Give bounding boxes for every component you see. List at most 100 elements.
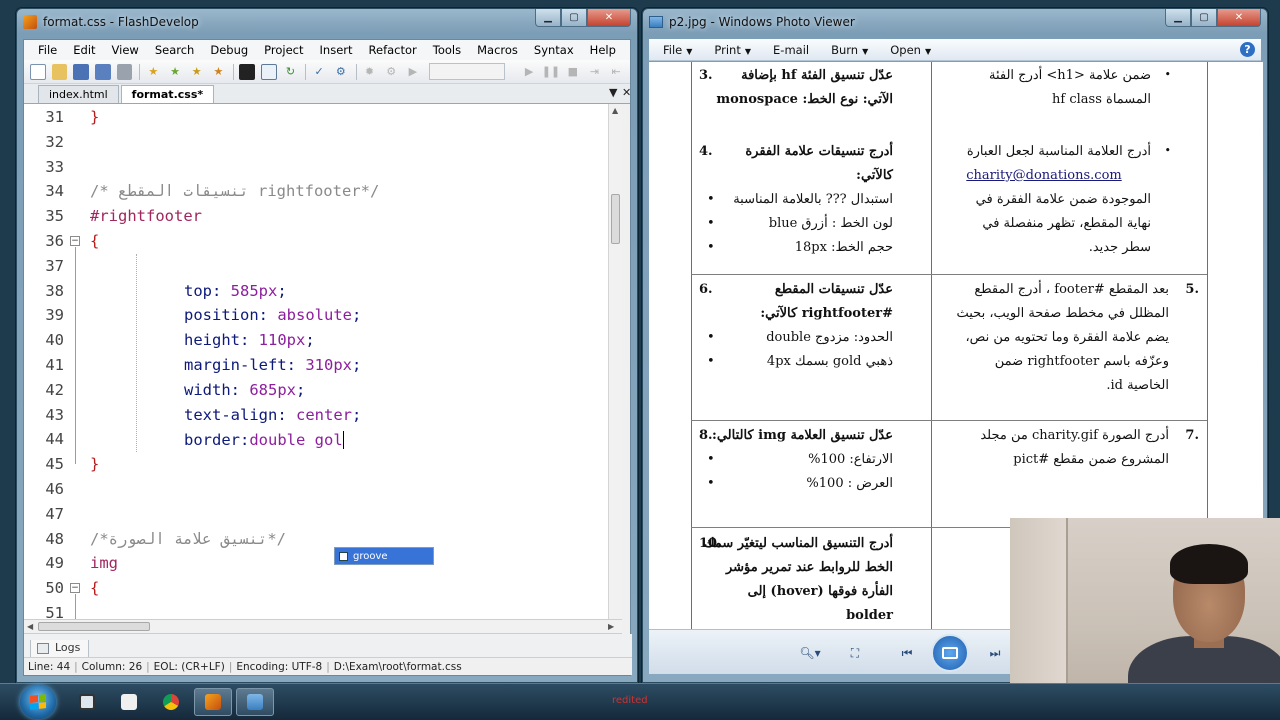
new-file-icon[interactable] — [30, 63, 46, 80]
fd-close-button[interactable]: ✕ — [587, 9, 631, 27]
code-line[interactable]: height: 110px; — [184, 328, 315, 353]
refresh-icon[interactable]: ↻ — [283, 64, 299, 80]
autocomplete-item[interactable]: groove — [335, 548, 433, 564]
scroll-thumb[interactable] — [38, 622, 150, 631]
terminal-icon[interactable] — [239, 63, 255, 80]
debug-icon[interactable]: ✹ — [362, 64, 378, 80]
run-icon[interactable]: ▶ — [405, 64, 421, 80]
layout-icon[interactable] — [260, 63, 277, 80]
pv-menu-print[interactable]: Print ▼ — [714, 43, 751, 57]
webcam-person-hair — [1170, 544, 1248, 584]
bookmark-next-icon[interactable]: ★ — [167, 64, 183, 80]
code-line[interactable]: position: absolute; — [184, 303, 361, 328]
taskbar-app-chrome[interactable] — [152, 688, 190, 716]
taskbar-app-1[interactable] — [68, 688, 106, 716]
code-line[interactable]: margin-left: 310px; — [184, 353, 361, 378]
taskbar-app-flashdevelop[interactable] — [194, 688, 232, 716]
code-line[interactable]: /*تنسيق علامة الصورة*/ — [90, 527, 286, 552]
slideshow-button[interactable] — [931, 634, 969, 672]
status-eol: EOL: (CR+LF) — [153, 660, 225, 673]
pv-maximize-button[interactable]: ▢ — [1191, 9, 1217, 27]
save-all-icon[interactable] — [95, 63, 111, 80]
scroll-right-arrow-icon[interactable]: ▶ — [608, 622, 614, 631]
menu-tools[interactable]: Tools — [425, 43, 469, 57]
menu-edit[interactable]: Edit — [65, 43, 103, 57]
print-icon[interactable] — [116, 63, 133, 80]
code-line[interactable]: } — [90, 105, 99, 130]
menu-debug[interactable]: Debug — [202, 43, 256, 57]
menu-insert[interactable]: Insert — [312, 43, 361, 57]
settings-icon[interactable]: ⚙ — [333, 64, 349, 80]
check-icon[interactable]: ✓ — [311, 64, 327, 80]
code-line[interactable]: { — [90, 576, 99, 601]
code-line[interactable]: top: 585px; — [184, 279, 287, 304]
code-line[interactable]: width: 685px; — [184, 378, 305, 403]
step-into-icon[interactable]: ⇤ — [608, 64, 624, 80]
bookmark-prev-icon[interactable]: ★ — [189, 64, 205, 80]
bookmark-clear-icon[interactable]: ★ — [211, 64, 227, 80]
previous-icon[interactable]: ⏮ — [897, 642, 917, 664]
code-line[interactable]: { — [90, 229, 99, 254]
help-icon[interactable]: ? — [1240, 42, 1255, 57]
pv-menu-burn[interactable]: Burn ▼ — [831, 43, 868, 57]
fold-toggle-icon[interactable]: − — [70, 236, 80, 246]
actual-size-icon[interactable]: ⛶ — [845, 642, 865, 664]
menu-syntax[interactable]: Syntax — [526, 43, 582, 57]
document-text-line: ضمن علامة <h1> أدرج الفئة — [989, 68, 1151, 83]
build-config-dropdown[interactable] — [428, 63, 506, 80]
bookmark-icon[interactable]: ★ — [145, 64, 161, 80]
fd-maximize-button[interactable]: ▢ — [561, 9, 587, 27]
pause-icon[interactable]: ❚❚ — [542, 64, 560, 80]
save-icon[interactable] — [73, 63, 90, 80]
taskbar-app-2[interactable] — [110, 688, 148, 716]
css-property: border — [184, 431, 240, 450]
menu-search[interactable]: Search — [147, 43, 203, 57]
bullet-icon: • — [707, 240, 715, 255]
code-editor[interactable]: 31 32 33 34 35 36 37 38 39 40 41 42 43 44 45 46 47 48 49 50… — [24, 104, 622, 620]
menu-macros[interactable]: Macros — [469, 43, 526, 57]
scroll-left-arrow-icon[interactable]: ◀ — [27, 622, 33, 631]
tab-index-html[interactable]: index.html — [38, 85, 119, 103]
pv-menu-open[interactable]: Open ▼ — [890, 43, 931, 57]
menu-file[interactable]: File — [30, 43, 65, 57]
step-over-icon[interactable]: ⇥ — [587, 64, 603, 80]
scroll-thumb[interactable] — [611, 194, 620, 244]
start-button[interactable] — [20, 685, 56, 719]
code-line[interactable]: #rightfooter — [90, 204, 202, 229]
tab-close-icon[interactable]: ✕ — [622, 86, 631, 99]
next-icon[interactable]: ⏭ — [985, 642, 1005, 664]
editor-horizontal-scrollbar[interactable]: ◀ ▶ — [24, 620, 622, 634]
pv-menu-email[interactable]: E-mail — [773, 43, 809, 57]
code-line[interactable]: text-align: center; — [184, 403, 361, 428]
pv-titlebar[interactable]: p2.jpg - Windows Photo Viewer ▁ ▢ ✕ — [643, 9, 1267, 35]
code-line[interactable]: border:double gol — [184, 427, 344, 452]
tab-format-css[interactable]: format.css* — [120, 85, 215, 103]
menu-project[interactable]: Project — [256, 43, 311, 57]
menu-help[interactable]: Help — [582, 43, 624, 57]
pv-menu-file[interactable]: File ▼ — [663, 43, 692, 57]
taskbar-app-photo-viewer[interactable] — [236, 688, 274, 716]
scroll-up-arrow-icon[interactable]: ▲ — [612, 106, 618, 115]
menu-view[interactable]: View — [104, 43, 147, 57]
code-line[interactable]: img — [90, 551, 118, 576]
fd-status-bar: Line: 44 | Column: 26 | EOL: (CR+LF) | Enco… — [24, 657, 632, 675]
line-number: 31 — [45, 108, 64, 126]
play-icon[interactable]: ▶ — [521, 64, 537, 80]
status-line: Line: 44 — [28, 660, 71, 673]
fold-toggle-icon[interactable]: − — [70, 583, 80, 594]
tab-list-icon[interactable]: ▼ — [609, 86, 617, 99]
fd-minimize-button[interactable]: ▁ — [535, 9, 561, 27]
pv-minimize-button[interactable]: ▁ — [1165, 9, 1191, 27]
menu-refactor[interactable]: Refactor — [361, 43, 425, 57]
autocomplete-popup[interactable]: groove — [334, 547, 434, 565]
zoom-icon[interactable]: 🔍︎▾ — [797, 642, 823, 664]
code-line[interactable]: } — [90, 452, 99, 477]
code-line[interactable]: /* تنسيقات المقطع rightfooter*/ — [90, 179, 379, 204]
debug-options-icon[interactable]: ⚙ — [383, 64, 399, 80]
stop-icon[interactable]: ■ — [565, 64, 581, 80]
open-folder-icon[interactable] — [51, 63, 68, 80]
pv-close-button[interactable]: ✕ — [1217, 9, 1261, 27]
logs-tab[interactable]: Logs — [30, 640, 90, 658]
fd-titlebar[interactable]: format.css - FlashDevelop ▁ ▢ ✕ — [17, 9, 637, 35]
editor-vertical-scrollbar[interactable]: ▲ — [608, 104, 622, 619]
